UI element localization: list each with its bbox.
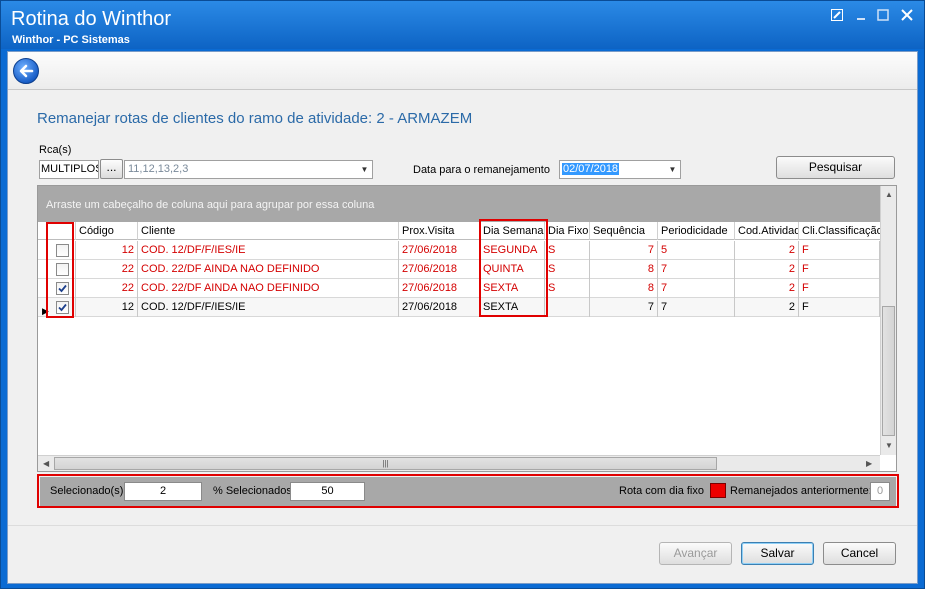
cell-cliente[interactable]: COD. 22/DF AINDA NAO DEFINIDO	[138, 260, 399, 279]
minimize-icon[interactable]	[851, 9, 871, 25]
cell-classificacao[interactable]: F	[799, 260, 880, 279]
highlight-dia-semana-column	[479, 219, 548, 317]
header-prox-visita[interactable]: Prox.Visita	[399, 222, 480, 240]
date-label: Data para o remanejamento	[413, 164, 550, 176]
cell-sequencia[interactable]: 8	[590, 260, 658, 279]
table-row[interactable]: 22 COD. 22/DF AINDA NAO DEFINIDO 27/06/201…	[38, 279, 880, 298]
cell-classificacao[interactable]: F	[799, 241, 880, 260]
date-value: 02/07/2018	[562, 163, 620, 175]
cell-codigo[interactable]: 12	[76, 298, 138, 317]
cell-cod-atividade[interactable]: 2	[735, 298, 799, 317]
cell-codigo[interactable]: 12	[76, 241, 138, 260]
cell-codigo[interactable]: 22	[76, 279, 138, 298]
cell-periodicidade[interactable]: 7	[658, 279, 735, 298]
cell-codigo[interactable]: 22	[76, 260, 138, 279]
vertical-scrollbar[interactable]: ▲ ▼	[880, 186, 896, 455]
scroll-left-icon[interactable]: ◀	[43, 459, 49, 468]
bottom-separator	[8, 525, 917, 526]
cell-prox-visita[interactable]: 27/06/2018	[399, 241, 480, 260]
cell-dia-fixo[interactable]: S	[545, 241, 590, 260]
header-periodicidade[interactable]: Periodicidade	[658, 222, 735, 240]
header-sequencia[interactable]: Sequência	[590, 222, 658, 240]
cell-cod-atividade[interactable]: 2	[735, 241, 799, 260]
cell-cod-atividade[interactable]: 2	[735, 279, 799, 298]
maximize-icon[interactable]	[873, 9, 893, 25]
cell-dia-fixo[interactable]	[545, 298, 590, 317]
header-dia-fixo[interactable]: Dia Fixo	[545, 222, 590, 240]
cell-classificacao[interactable]: F	[799, 279, 880, 298]
edit-icon[interactable]	[827, 9, 847, 25]
data-grid: Arraste um cabeçalho de coluna aqui para…	[37, 185, 897, 472]
scroll-up-icon[interactable]: ▲	[885, 190, 893, 199]
header-classificacao[interactable]: Cli.Classificação	[799, 222, 880, 240]
toolbar	[8, 52, 917, 90]
client-area: Remanejar rotas de clientes do ramo de a…	[7, 51, 918, 584]
rca-list-value: 11,12,13,2,3	[128, 163, 189, 175]
app-window: Rotina do Winthor Winthor - PC Sistemas …	[0, 0, 925, 589]
cell-dia-fixo[interactable]: S	[545, 260, 590, 279]
cell-periodicidade[interactable]: 7	[658, 260, 735, 279]
rca-select-button[interactable]: ...	[100, 159, 123, 179]
grid-header: Código Cliente Prox.Visita Dia Semana Di…	[38, 222, 880, 240]
cell-prox-visita[interactable]: 27/06/2018	[399, 260, 480, 279]
cell-sequencia[interactable]: 8	[590, 279, 658, 298]
horizontal-scrollbar[interactable]: ◀ ||| ▶	[38, 455, 880, 471]
header-cliente[interactable]: Cliente	[138, 222, 399, 240]
cell-prox-visita[interactable]: 27/06/2018	[399, 279, 480, 298]
cell-sequencia[interactable]: 7	[590, 241, 658, 260]
table-row[interactable]: 22 COD. 22/DF AINDA NAO DEFINIDO 27/06/201…	[38, 260, 880, 279]
back-arrow-icon[interactable]	[13, 58, 39, 84]
save-button[interactable]: Salvar	[741, 542, 814, 565]
cell-cod-atividade[interactable]: 2	[735, 260, 799, 279]
cell-sequencia[interactable]: 7	[590, 298, 658, 317]
highlight-status-panel	[37, 474, 899, 508]
cell-cliente[interactable]: COD. 12/DF/F/IES/IE	[138, 298, 399, 317]
cell-cliente[interactable]: COD. 12/DF/F/IES/IE	[138, 241, 399, 260]
rca-label: Rca(s)	[39, 144, 72, 156]
search-button[interactable]: Pesquisar	[776, 156, 895, 179]
scroll-down-icon[interactable]: ▼	[885, 441, 893, 450]
table-row[interactable]: ▶ 12 COD. 12/DF/F/IES/IE 27/06/2018 SEXTA 7 7 2…	[38, 298, 880, 317]
cell-periodicidade[interactable]: 5	[658, 241, 735, 260]
scroll-right-icon[interactable]: ▶	[866, 459, 872, 468]
rca-field[interactable]: MULTIPLOS	[39, 160, 99, 179]
header-cod-atividade[interactable]: Cod.Atividade	[735, 222, 799, 240]
horizontal-scroll-thumb[interactable]: |||	[54, 457, 717, 470]
window-title: Rotina do Winthor	[11, 8, 172, 30]
cell-cliente[interactable]: COD. 22/DF AINDA NAO DEFINIDO	[138, 279, 399, 298]
page-title: Remanejar rotas de clientes do ramo de a…	[37, 110, 473, 127]
rca-list-combo[interactable]: 11,12,13,2,3 ▼	[124, 160, 373, 179]
window-subtitle: Winthor - PC Sistemas	[12, 34, 130, 46]
cell-dia-fixo[interactable]: S	[545, 279, 590, 298]
highlight-select-column	[46, 222, 74, 318]
cell-classificacao[interactable]: F	[799, 298, 880, 317]
group-by-panel[interactable]: Arraste um cabeçalho de coluna aqui para…	[38, 186, 880, 222]
close-icon[interactable]	[897, 9, 917, 25]
title-bar: Rotina do Winthor Winthor - PC Sistemas	[1, 1, 924, 49]
chevron-down-icon[interactable]: ▼	[665, 161, 680, 178]
vertical-scroll-thumb[interactable]	[882, 306, 895, 436]
header-codigo[interactable]: Código	[76, 222, 138, 240]
chevron-down-icon[interactable]: ▼	[357, 161, 372, 178]
cell-periodicidade[interactable]: 7	[658, 298, 735, 317]
cell-prox-visita[interactable]: 27/06/2018	[399, 298, 480, 317]
date-field[interactable]: 02/07/2018 ▼	[559, 160, 681, 179]
next-button[interactable]: Avançar	[659, 542, 732, 565]
table-row[interactable]: 12 COD. 12/DF/F/IES/IE 27/06/2018 SEGUNDA S 7…	[38, 241, 880, 260]
cancel-button[interactable]: Cancel	[823, 542, 896, 565]
